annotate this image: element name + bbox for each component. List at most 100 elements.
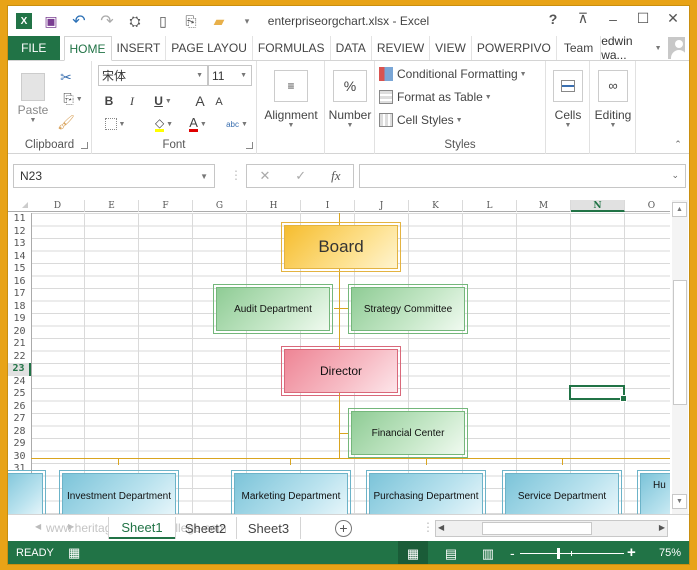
underline-button[interactable]: U ▼ — [148, 93, 178, 109]
close-icon[interactable]: ✕ — [665, 10, 681, 27]
tab-powerpivot[interactable]: POWERPIVO — [472, 36, 557, 60]
expand-formula-bar-icon[interactable]: ⌄ — [671, 170, 679, 181]
tab-file[interactable]: FILE — [8, 36, 60, 60]
row-header-17[interactable]: 17 — [8, 288, 31, 301]
formula-bar-grip-icon[interactable]: ⋮ — [230, 168, 242, 182]
fill-color-button[interactable]: ◇ ▼ — [148, 115, 180, 133]
org-node-department[interactable] — [8, 470, 46, 514]
row-header-18[interactable]: 18 — [8, 301, 31, 314]
org-node-financial[interactable]: Financial Center — [348, 408, 468, 458]
ribbon-display-options-icon[interactable]: ⊼ — [575, 10, 591, 27]
sheet-tab-sheet3[interactable]: Sheet3 — [237, 517, 301, 539]
org-node-board[interactable]: Board — [281, 222, 401, 272]
org-node-director[interactable]: Director — [281, 346, 401, 396]
select-all-corner[interactable] — [22, 202, 28, 208]
formula-input[interactable]: ⌄ — [359, 164, 686, 188]
cell-styles-button[interactable]: Cell Styles ▼ — [379, 111, 463, 129]
alignment-button[interactable]: ≡ Alignment ▼ — [259, 65, 323, 133]
tab-split-grip-icon[interactable]: ⋮ — [422, 520, 434, 534]
column-header-h[interactable]: H — [247, 200, 301, 212]
row-header-21[interactable]: 21 — [8, 338, 31, 351]
borders-button[interactable]: ▼ — [100, 116, 130, 132]
row-header-23[interactable]: 23 — [8, 363, 31, 376]
font-launcher-icon[interactable] — [246, 142, 253, 149]
name-box[interactable]: N23 ▼ — [13, 164, 215, 188]
org-node-department[interactable]: Marketing Department — [231, 470, 351, 514]
add-sheet-button[interactable]: + — [335, 520, 352, 537]
normal-view-button[interactable]: ▦ — [398, 541, 428, 564]
vertical-scrollbar[interactable]: ▲ ▼ — [672, 200, 688, 514]
format-as-table-button[interactable]: Format as Table ▼ — [379, 88, 492, 106]
row-header-28[interactable]: 28 — [8, 426, 31, 439]
scroll-down-button[interactable]: ▼ — [672, 494, 687, 509]
sheet-tab-sheet1[interactable]: Sheet1 — [109, 517, 175, 539]
prev-sheet-icon[interactable]: ◀ — [35, 522, 41, 531]
grow-font-button[interactable]: A — [192, 93, 208, 109]
confirm-entry-button[interactable]: ✓ — [295, 168, 306, 184]
page-break-preview-button[interactable]: ▥ — [473, 541, 503, 564]
row-header-16[interactable]: 16 — [8, 276, 31, 289]
row-header-30[interactable]: 30 — [8, 451, 31, 464]
row-header-29[interactable]: 29 — [8, 438, 31, 451]
phonetic-button[interactable]: abc ▼ — [222, 115, 252, 133]
cut-button[interactable]: ✂ — [58, 69, 74, 85]
tab-page-layout[interactable]: PAGE LAYOU — [166, 36, 253, 60]
column-header-f[interactable]: F — [139, 200, 193, 212]
font-color-button[interactable]: A ▼ — [182, 115, 214, 133]
user-account[interactable]: edwin wa... ▼ — [601, 34, 689, 62]
clipboard-launcher-icon[interactable] — [81, 142, 88, 149]
org-node-department[interactable]: Hu — [637, 470, 670, 514]
tab-formulas[interactable]: FORMULAS — [253, 36, 331, 60]
horizontal-scroll-thumb[interactable] — [482, 522, 592, 535]
help-icon[interactable]: ? — [545, 11, 561, 27]
tab-home[interactable]: HOME — [63, 36, 112, 61]
org-node-department[interactable]: Investment Department — [59, 470, 179, 514]
column-header-e[interactable]: E — [85, 200, 139, 212]
column-header-l[interactable]: L — [463, 200, 517, 212]
scroll-left-button[interactable]: ◀ — [438, 523, 444, 532]
column-header-m[interactable]: M — [517, 200, 571, 212]
vertical-scroll-thumb[interactable] — [673, 280, 687, 405]
copy-button[interactable]: ⎘ ▼ — [58, 91, 88, 107]
minimize-icon[interactable]: – — [605, 11, 621, 27]
number-button[interactable]: % Number ▼ — [327, 65, 373, 133]
column-header-o[interactable]: O — [625, 200, 670, 212]
bold-button[interactable]: B — [102, 93, 116, 109]
row-header-14[interactable]: 14 — [8, 251, 31, 264]
column-header-g[interactable]: G — [193, 200, 247, 212]
horizontal-scrollbar[interactable]: ◀ ▶ — [435, 520, 668, 537]
worksheet[interactable]: DEFGHIJKLMNO 11 12 13 14 15 16 17 18 19 20 21 22 23 2… — [8, 200, 670, 514]
format-painter-button[interactable]: 🖌 — [57, 114, 75, 130]
org-node-department[interactable]: Purchasing Department — [366, 470, 486, 514]
scroll-right-button[interactable]: ▶ — [659, 523, 665, 532]
tab-view[interactable]: VIEW — [430, 36, 472, 60]
row-header-25[interactable]: 25 — [8, 388, 31, 401]
italic-button[interactable]: I — [125, 93, 139, 109]
page-layout-view-button[interactable]: ▤ — [436, 541, 466, 564]
column-header-i[interactable]: I — [301, 200, 355, 212]
row-header-26[interactable]: 26 — [8, 401, 31, 414]
row-header-24[interactable]: 24 — [8, 376, 31, 389]
scroll-up-button[interactable]: ▲ — [672, 202, 687, 217]
tab-insert[interactable]: INSERT — [112, 36, 167, 60]
tab-data[interactable]: DATA — [331, 36, 372, 60]
shrink-font-button[interactable]: A — [212, 95, 226, 109]
selected-cell[interactable] — [569, 385, 627, 402]
column-header-n[interactable]: N — [571, 200, 625, 212]
zoom-slider-thumb[interactable] — [556, 548, 560, 559]
cells-button[interactable]: Cells ▼ — [548, 65, 588, 133]
column-header-d[interactable]: D — [31, 200, 85, 212]
tab-team[interactable]: Team — [557, 36, 602, 60]
row-header-13[interactable]: 13 — [8, 238, 31, 251]
org-node-strategy[interactable]: Strategy Committee — [348, 284, 468, 334]
zoom-level[interactable]: 75% — [659, 547, 681, 559]
font-name-select[interactable]: 宋体 ▼ — [98, 65, 208, 86]
insert-function-button[interactable]: fx — [331, 168, 340, 184]
row-header-11[interactable]: 11 — [8, 213, 31, 226]
tab-review[interactable]: REVIEW — [372, 36, 431, 60]
collapse-ribbon-icon[interactable]: ⌃ — [673, 139, 683, 149]
row-header-15[interactable]: 15 — [8, 263, 31, 276]
row-header-27[interactable]: 27 — [8, 413, 31, 426]
sheet-tab-sheet2[interactable]: Sheet2 — [175, 517, 237, 539]
row-header-19[interactable]: 19 — [8, 313, 31, 326]
